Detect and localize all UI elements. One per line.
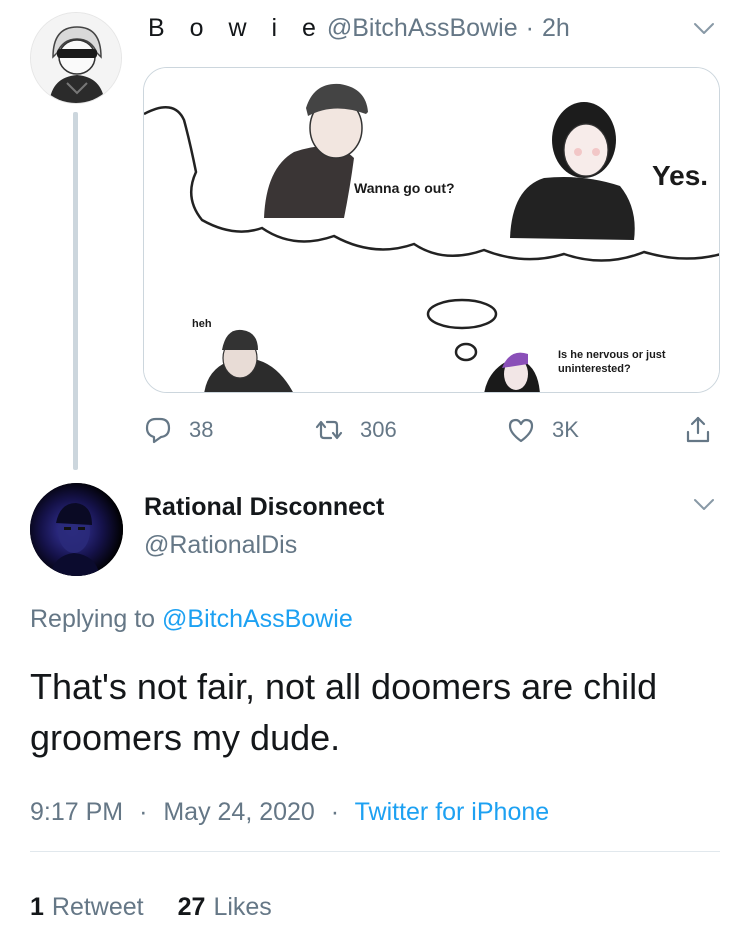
- share-icon: [686, 416, 710, 443]
- tweet2-text: That's not fair, not all doomers are chi…: [30, 666, 658, 758]
- retweet-stat-label: Retweet: [51, 893, 144, 921]
- likes-stat-label: Likes: [213, 893, 272, 921]
- meme-caption-yes: Yes.: [652, 160, 709, 191]
- tweet2-handle[interactable]: @RationalDis: [144, 531, 297, 560]
- reply-button[interactable]: 38: [143, 412, 213, 448]
- retweet-stat-count: 1: [30, 893, 44, 921]
- meta-separator: ·: [139, 798, 148, 826]
- avatar-rational-disconnect[interactable]: [30, 483, 123, 576]
- tweet2-date[interactable]: May 24, 2020: [163, 798, 315, 826]
- tweet2-display-name[interactable]: Rational Disconnect: [144, 493, 384, 522]
- tweet2-time[interactable]: 9:17 PM: [30, 798, 123, 826]
- meme-caption-heh: heh: [192, 318, 212, 330]
- share-button[interactable]: [683, 412, 713, 448]
- likes-stat-count: 27: [177, 893, 206, 921]
- tweet2-meta: 9:17 PM · May 24, 2020 · Twitter for iPh…: [30, 798, 549, 827]
- tweet2-stats: 1 Retweet 27 Likes: [30, 893, 272, 922]
- tweet1-separator: ·: [525, 13, 534, 42]
- tweet1-display-name[interactable]: B o w i e: [148, 14, 325, 43]
- tweet2-source-link[interactable]: Twitter for iPhone: [355, 798, 550, 826]
- thread-line: [73, 112, 78, 470]
- replying-to-line: Replying to @BitchAssBowie: [30, 605, 353, 634]
- retweet-stat[interactable]: 1 Retweet: [30, 893, 144, 922]
- chevron-down-icon[interactable]: [693, 22, 715, 36]
- reply-count: 38: [189, 417, 214, 442]
- meme-caption-wanna: Wanna go out?: [354, 180, 455, 196]
- like-button[interactable]: 3K: [506, 412, 579, 448]
- divider: [30, 851, 720, 852]
- replying-to-link[interactable]: @BitchAssBowie: [162, 605, 353, 633]
- like-icon: [508, 418, 534, 443]
- likes-stat[interactable]: 27 Likes: [178, 893, 272, 922]
- meme-caption-thought: Is he nervous or just uninterested?: [558, 349, 666, 375]
- retweet-button[interactable]: 306: [314, 412, 397, 448]
- tweet1-action-bar: 38 306 3K: [143, 412, 728, 448]
- tweet1-header: B o w i e @BitchAssBowie · 2h: [148, 12, 570, 44]
- tweet1-handle[interactable]: @BitchAssBowie: [327, 14, 518, 43]
- tweet1-time[interactable]: 2h: [542, 14, 570, 43]
- meta-separator: ·: [330, 798, 340, 826]
- retweet-icon: [315, 420, 343, 440]
- avatar-bowie[interactable]: [30, 12, 122, 104]
- replying-prefix: Replying to: [30, 605, 156, 633]
- tweet1-media-image[interactable]: Wanna go out? Yes. heh Is he nervous or …: [143, 67, 720, 393]
- chevron-down-icon[interactable]: [693, 498, 715, 512]
- retweet-count: 306: [360, 417, 397, 442]
- reply-icon: [145, 417, 171, 444]
- like-count: 3K: [552, 417, 579, 442]
